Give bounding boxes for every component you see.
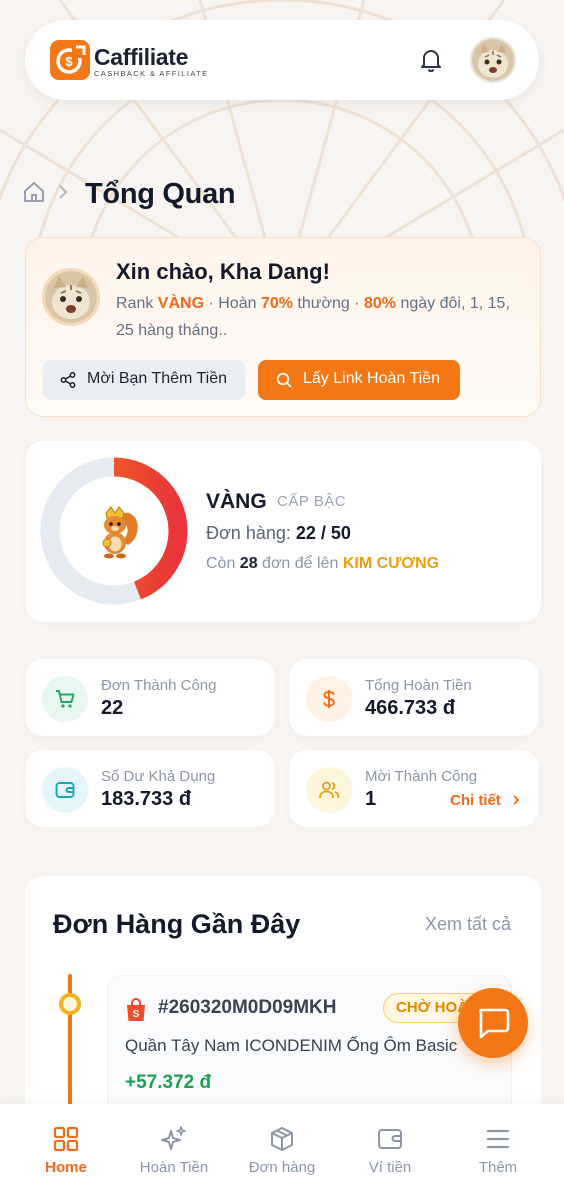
stat-label: Số Dư Khả Dụng <box>101 768 216 785</box>
svg-text:S: S <box>133 1009 140 1020</box>
search-icon <box>276 372 292 388</box>
chat-icon <box>479 1008 510 1039</box>
nav-label: Home <box>45 1159 87 1176</box>
grid-icon <box>53 1126 79 1152</box>
greeting-text: Xin chào, Kha Dang! <box>116 259 330 284</box>
dollar-icon <box>306 676 352 722</box>
logo-name: Caffiliate <box>94 44 189 70</box>
rank-label: CẤP BẬC <box>277 493 347 510</box>
nav-orders[interactable]: Đơn hàng <box>226 1104 338 1200</box>
wallet-icon <box>378 1129 402 1149</box>
stat-value: 22 <box>101 697 124 719</box>
nav-home[interactable]: Home <box>10 1104 122 1200</box>
remaining-orders: Còn 28 đơn để lên KIM CƯƠNG <box>206 555 439 573</box>
breadcrumb: Tổng Quan <box>22 178 322 212</box>
stat-label: Mời Thành Công <box>365 768 478 785</box>
stat-total-cashback[interactable]: Tổng Hoàn Tiền 466.733 đ <box>289 659 539 736</box>
welcome-card: Xin chào, Kha Dang! Rank VÀNG · Hoàn 70%… <box>25 237 541 417</box>
invite-friends-label: Mời Bạn Thêm Tiền <box>87 370 228 387</box>
shopee-bag-icon: S <box>127 998 145 1021</box>
cat-avatar-image <box>45 271 97 323</box>
share-icon <box>60 372 76 388</box>
stat-value: 183.733 đ <box>101 788 192 810</box>
order-id: #260320M0D09MKH <box>158 997 337 1018</box>
product-name: Quần Tây Nam ICONDENIM Ống Ôm Basic <box>125 1036 458 1055</box>
cat-avatar-image <box>472 39 514 81</box>
double-day-percent: 80% <box>364 295 397 312</box>
stat-value: 466.733 đ <box>365 697 456 719</box>
chat-button[interactable] <box>458 988 528 1058</box>
orders-progress: Đơn hàng: 22 / 50 <box>206 523 351 544</box>
remain-prefix: Còn <box>206 555 240 572</box>
rank-progress-card: VÀNG CẤP BẬC Đơn hàng: 22 / 50 Còn 28 đơ… <box>25 441 541 622</box>
sparkle-icon <box>161 1126 186 1150</box>
stat-label: Tổng Hoàn Tiền <box>365 677 472 694</box>
remain-mid: đơn để lên <box>257 555 343 572</box>
home-icon[interactable] <box>22 180 46 204</box>
cart-icon <box>42 676 88 722</box>
next-rank: KIM CƯƠNG <box>342 555 440 572</box>
caffiliate-logo-icon[interactable]: $ <box>50 40 90 80</box>
user-avatar[interactable] <box>470 37 516 83</box>
page-title: Tổng Quan <box>85 178 236 210</box>
rank-value: VÀNG <box>157 295 205 312</box>
cashback-prefix: · Hoàn <box>204 295 261 312</box>
stat-value: 1 <box>365 788 377 810</box>
detail-label: Chi tiết <box>449 792 501 809</box>
timeline-dot <box>59 993 81 1015</box>
chevron-right-icon <box>513 795 520 805</box>
wallet-icon <box>42 767 88 813</box>
nav-wallet[interactable]: Ví tiền <box>334 1104 446 1200</box>
rank-prefix: Rank <box>116 295 158 312</box>
menu-icon <box>486 1129 510 1149</box>
nav-cashback[interactable]: Hoàn Tiền <box>118 1104 230 1200</box>
nav-more[interactable]: Thêm <box>442 1104 554 1200</box>
nav-label: Hoàn Tiền <box>139 1159 209 1176</box>
stat-successful-orders[interactable]: Đơn Thành Công 22 <box>25 659 275 736</box>
nav-label: Ví tiền <box>368 1159 412 1176</box>
cashback-suffix: thường · <box>292 295 364 312</box>
recent-orders-title: Đơn Hàng Gần Đây <box>53 909 301 939</box>
stat-successful-invites[interactable]: Mời Thành Công 1 Chi tiết <box>289 750 539 827</box>
logo-tagline: CASHBACK & AFFILIATE <box>94 69 209 78</box>
svg-text:$: $ <box>65 54 73 69</box>
rank-name: VÀNG <box>206 490 267 513</box>
cashback-amount: +57.372 đ <box>125 1072 212 1093</box>
chevron-right-icon <box>59 185 68 199</box>
users-icon <box>306 767 352 813</box>
nav-label: Đơn hàng <box>248 1159 316 1176</box>
invite-friends-button[interactable]: Mời Bạn Thêm Tiền <box>43 360 245 400</box>
bottom-navigation: Home Hoàn Tiền Đơn hàng Ví tiền Thêm <box>0 1104 564 1200</box>
welcome-avatar <box>42 268 100 326</box>
orders-value: 22 / 50 <box>295 523 351 543</box>
nav-label: Thêm <box>478 1159 518 1176</box>
see-all-link[interactable]: Xem tất cả <box>425 914 511 935</box>
orders-label: Đơn hàng: <box>206 523 296 543</box>
rank-info: Rank VÀNG · Hoàn 70% thường · 80% ngày đ… <box>116 290 526 344</box>
top-header: $ Caffiliate CASHBACK & AFFILIATE <box>25 20 539 100</box>
get-cashback-link-label: Lấy Link Hoàn Tiền <box>303 370 440 387</box>
get-cashback-link-button[interactable]: Lấy Link Hoàn Tiền <box>258 360 460 400</box>
cashback-percent: 70% <box>260 295 293 312</box>
remain-count: 28 <box>239 555 258 572</box>
stat-label: Đơn Thành Công <box>101 677 217 694</box>
invite-detail-link[interactable]: Chi tiết <box>450 792 521 809</box>
box-icon <box>271 1127 293 1151</box>
bell-icon[interactable] <box>417 46 445 74</box>
stat-available-balance[interactable]: Số Dư Khả Dụng 183.733 đ <box>25 750 275 827</box>
squirrel-mascot-icon <box>102 506 138 559</box>
